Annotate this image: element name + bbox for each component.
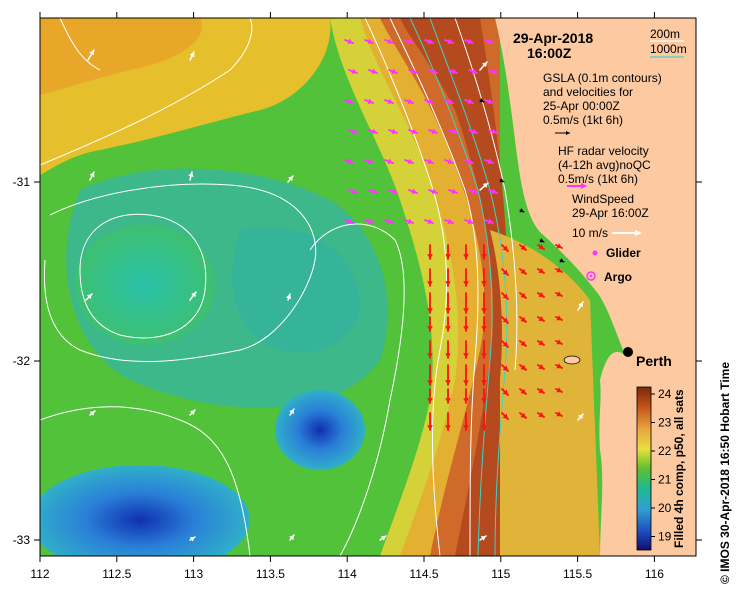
sst-map: 112 112.5 113 113.5 114 114.5 115 115.5 116 -31 -… [13, 12, 702, 581]
credit-text: © IMOS 30-Apr-2018 16:50 Hobart Time [718, 361, 732, 584]
svg-text:25-Apr 00:00Z: 25-Apr 00:00Z [543, 99, 620, 113]
x-tick-label: 114 [338, 567, 357, 581]
hf-radar-legend: HF radar velocity (4-12h avg)noQC 0.5m/s… [558, 144, 651, 189]
colorbar-tick-label: 23 [658, 416, 672, 430]
x-tick-label: 116 [645, 567, 664, 581]
svg-text:10 m/s: 10 m/s [572, 226, 608, 240]
map-date: 29-Apr-2018 [513, 30, 593, 46]
x-tick-label: 113.5 [256, 567, 285, 581]
place-label-perth: Perth [636, 353, 672, 369]
glider-label: Glider [606, 246, 641, 260]
argo-label: Argo [604, 270, 632, 284]
glider-marker-icon [592, 250, 598, 256]
svg-text:0.5m/s (1kt 6h): 0.5m/s (1kt 6h) [543, 113, 623, 127]
colorbar-tick-label: 20 [658, 501, 672, 515]
colorbar-tick-label: 19 [658, 530, 672, 544]
svg-text:and velocities for: and velocities for [543, 85, 633, 99]
map-time: 16:00Z [527, 45, 572, 61]
y-tick-label: -33 [13, 533, 31, 547]
x-tick-label: 115.5 [563, 567, 592, 581]
svg-text:(4-12h avg)noQC: (4-12h avg)noQC [558, 158, 651, 172]
x-tick-label: 112.5 [102, 567, 131, 581]
svg-text:GSLA (0.1m contours): GSLA (0.1m contours) [543, 71, 662, 85]
depth-legend-1000m: 1000m [650, 42, 687, 56]
y-tick-label: -31 [13, 175, 31, 189]
depth-legend-200m: 200m [650, 27, 680, 41]
colorbar-label: Filled 4h comp, p50, all sats [672, 389, 686, 548]
x-tick-label: 113 [184, 567, 203, 581]
colorbar-tick-label: 24 [658, 387, 672, 401]
x-tick-label: 114.5 [409, 567, 438, 581]
svg-text:29-Apr 16:00Z: 29-Apr 16:00Z [572, 206, 649, 220]
svg-text:HF radar velocity: HF radar velocity [558, 144, 649, 158]
colorbar-tick-label: 21 [658, 473, 672, 487]
svg-text:WindSpeed: WindSpeed [572, 192, 634, 206]
x-tick-label: 112 [30, 567, 49, 581]
colorbar-tick-label: 22 [658, 444, 672, 458]
svg-text:0.5m/s (1kt 6h): 0.5m/s (1kt 6h) [558, 172, 638, 186]
x-tick-label: 115 [491, 567, 510, 581]
y-tick-label: -32 [13, 354, 31, 368]
